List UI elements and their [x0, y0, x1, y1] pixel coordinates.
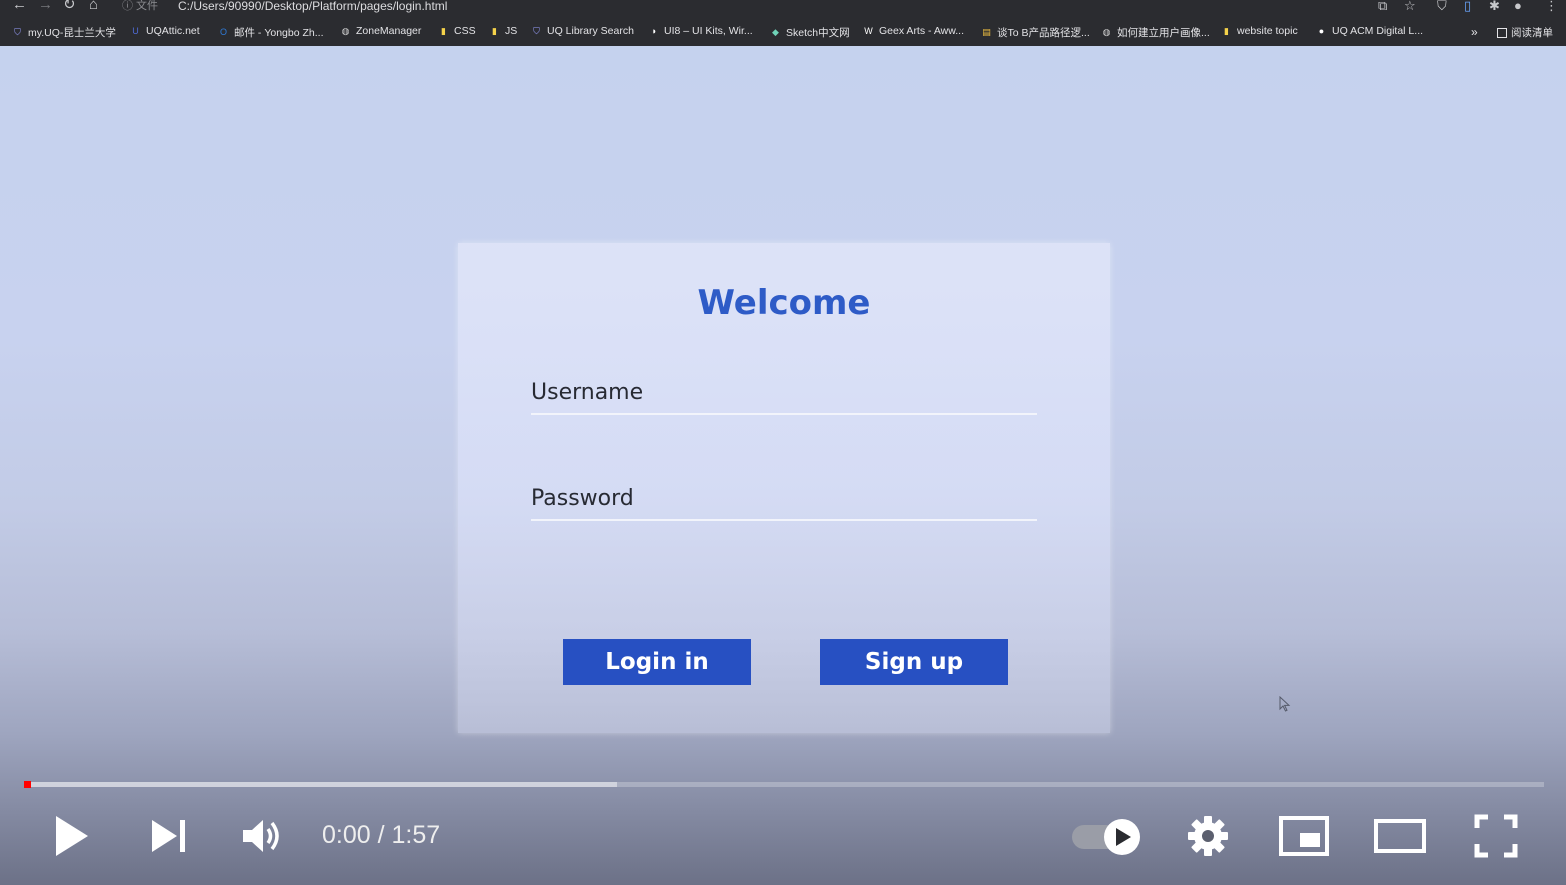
bookmark-item[interactable]: ◑ UI8 – UI Kits, Wir...	[648, 25, 753, 37]
back-arrow-icon[interactable]: ←	[12, 0, 27, 13]
bookmark-item[interactable]: O 邮件 - Yongbo Zh...	[218, 25, 324, 40]
reading-list-button[interactable]: 阅读清单	[1497, 25, 1553, 40]
miniplayer-button[interactable]	[1278, 815, 1330, 857]
buffered-progress	[25, 782, 618, 787]
play-icon	[56, 816, 88, 856]
autoplay-toggle[interactable]	[1070, 818, 1144, 856]
bookmark-label: UI8 – UI Kits, Wir...	[664, 25, 753, 37]
bookmark-label: Sketch中文网	[786, 27, 850, 39]
acm-icon: ●	[1318, 25, 1325, 36]
volume-icon	[243, 820, 279, 852]
theater-mode-icon	[1374, 819, 1426, 853]
theater-mode-button[interactable]	[1373, 817, 1427, 855]
time-display: 0:00 / 1:57	[322, 821, 441, 849]
password-label: Password	[531, 486, 634, 511]
bookmark-label: 邮件 - Yongbo Zh...	[234, 27, 324, 39]
play-button[interactable]	[52, 812, 92, 860]
bookmark-label: Geex Arts - Aww...	[879, 25, 965, 37]
password-field[interactable]: Password	[531, 477, 1037, 521]
diamond-icon: ◆	[772, 27, 779, 37]
outlook-icon: O	[219, 27, 227, 37]
forward-arrow-icon[interactable]: →	[38, 0, 53, 13]
progress-scrubber[interactable]	[24, 781, 31, 788]
home-icon[interactable]: ⌂	[89, 0, 98, 13]
bookmark-item[interactable]: ▤ 谈To B产品路径逻...	[981, 25, 1090, 40]
progress-bar[interactable]	[25, 782, 1544, 787]
folder-icon: ▮	[441, 25, 446, 36]
site-info-icon[interactable]: ⓘ 文件	[122, 0, 158, 13]
puzzle-icon[interactable]: ✱	[1489, 0, 1500, 14]
bookmark-label: UQAttic.net	[146, 25, 200, 37]
bookmark-item[interactable]: ⛉ UQ Library Search	[531, 25, 634, 37]
bookmark-label: CSS	[454, 25, 476, 37]
ui8-icon: ◑	[650, 25, 657, 36]
bookmark-label: UQ Library Search	[547, 25, 634, 37]
profile-avatar-icon[interactable]: ●	[1514, 0, 1522, 14]
bookmark-label: JS	[505, 25, 518, 37]
bookmark-item[interactable]: U UQAttic.net	[130, 25, 200, 37]
login-card: Welcome Username Password Login in Sign …	[458, 243, 1110, 733]
globe-icon: ◍	[341, 25, 350, 36]
mouse-cursor-icon	[1279, 696, 1291, 712]
reload-icon[interactable]: ↻	[63, 0, 76, 13]
signup-button[interactable]: Sign up	[820, 639, 1008, 685]
star-icon[interactable]: ☆	[1404, 0, 1416, 14]
browser-chrome: ← → ↻ ⌂ ⓘ 文件 C:/Users/90990/Desktop/Plat…	[0, 0, 1566, 46]
username-field[interactable]: Username	[531, 371, 1037, 415]
bookmark-item[interactable]: ◍ 如何建立用户画像...	[1101, 25, 1210, 40]
address-url[interactable]: C:/Users/90990/Desktop/Platform/pages/lo…	[178, 0, 447, 13]
bookmark-item[interactable]: ▮ CSS	[438, 25, 476, 37]
translate-icon[interactable]: ⧉	[1378, 0, 1387, 14]
fullscreen-button[interactable]	[1474, 814, 1518, 858]
fullscreen-icon	[1474, 814, 1518, 858]
shield-icon: ⛉	[14, 27, 21, 37]
shield-icon: ⛉	[533, 25, 540, 36]
extension-icon[interactable]: ▯	[1464, 0, 1471, 14]
bookmark-item[interactable]: ⛉ my.UQ-昆士兰大学	[12, 25, 116, 40]
login-button[interactable]: Login in	[563, 639, 751, 685]
video-frame[interactable]: Welcome Username Password Login in Sign …	[0, 46, 1566, 885]
welcome-title: Welcome	[697, 283, 871, 323]
miniplayer-icon	[1279, 816, 1329, 856]
next-icon	[152, 820, 185, 852]
bookmark-label: my.UQ-昆士兰大学	[28, 27, 116, 39]
uq-icon: U	[132, 25, 139, 36]
bookmark-icon: ▤	[982, 27, 991, 37]
bookmark-label: ZoneManager	[356, 25, 422, 37]
address-bar-row: ← → ↻ ⌂ ⓘ 文件 C:/Users/90990/Desktop/Plat…	[0, 0, 1566, 16]
bookmark-item[interactable]: ◍ ZoneManager	[340, 25, 422, 37]
reading-list-label: 阅读清单	[1511, 27, 1553, 39]
bookmark-label: 如何建立用户画像...	[1117, 27, 1210, 39]
bookmark-item[interactable]: ◆ Sketch中文网	[770, 25, 850, 40]
volume-button[interactable]	[240, 815, 284, 857]
folder-icon: ▮	[1224, 25, 1229, 36]
bookmark-label: website topic	[1237, 25, 1298, 37]
folder-icon: ▮	[492, 25, 497, 36]
bookmark-item[interactable]: ▮ website topic	[1221, 25, 1298, 37]
bookmark-label: UQ ACM Digital L...	[1332, 25, 1424, 37]
more-bookmarks-chevron-icon[interactable]: »	[1471, 25, 1478, 39]
gear-icon	[1188, 816, 1228, 856]
bookmark-label: 谈To B产品路径逻...	[997, 27, 1090, 39]
username-label: Username	[531, 380, 644, 405]
settings-button[interactable]	[1186, 814, 1230, 858]
bookmark-item[interactable]: W Geex Arts - Aww...	[863, 25, 964, 37]
bookmark-item[interactable]: ● UQ ACM Digital L...	[1316, 25, 1423, 37]
w-icon: W	[864, 25, 873, 36]
next-button[interactable]	[148, 816, 188, 856]
extension-shield-icon[interactable]: ⛉	[1437, 0, 1447, 14]
bookmark-item[interactable]: ▮ JS	[489, 25, 517, 37]
bookmarks-bar: ⛉ my.UQ-昆士兰大学 U UQAttic.net O 邮件 - Yongbo Zh.…	[0, 22, 1566, 44]
autoplay-icon	[1072, 819, 1140, 855]
globe-icon: ◍	[1102, 27, 1111, 37]
menu-kebab-icon[interactable]: ⋮	[1545, 0, 1558, 14]
reading-list-icon	[1497, 27, 1507, 38]
